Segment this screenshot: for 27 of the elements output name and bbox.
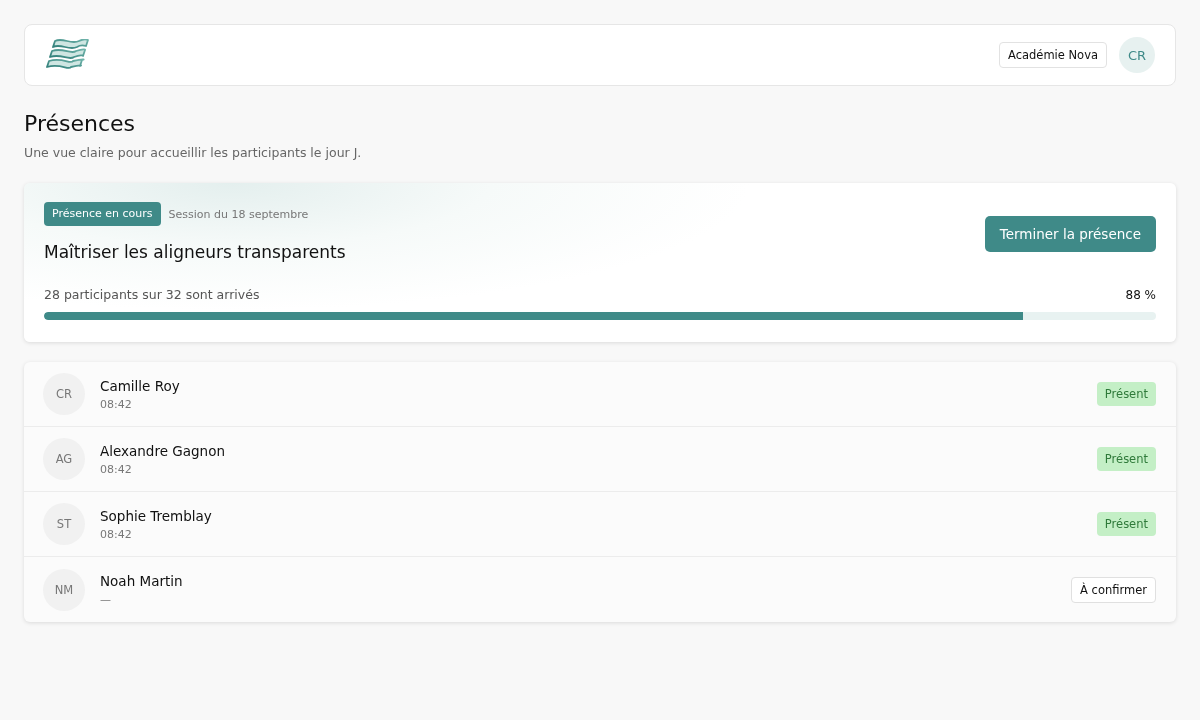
waves-logo-icon [45, 39, 89, 71]
status-badge: Présent [1096, 512, 1156, 536]
participant-avatar: CR [43, 373, 85, 415]
participant-name: Sophie Tremblay [100, 507, 212, 524]
progress-percent: 88 % [1125, 287, 1156, 302]
progress-label: 28 participants sur 32 sont arrivés [44, 287, 260, 302]
page-subtitle: Une vue claire pour accueillir les participants le jour J. [24, 145, 362, 161]
participant-avatar: NM [43, 568, 85, 611]
confirm-button[interactable]: À confirmer [1071, 576, 1156, 603]
arrival-time: 08:42 [100, 462, 132, 476]
user-avatar[interactable]: CR [1119, 37, 1155, 73]
page-title: Présences [24, 110, 135, 138]
participant-name: Alexandre Gagnon [100, 442, 225, 459]
participant-avatar: ST [43, 503, 85, 545]
end-attendance-button[interactable]: Terminer la présence [984, 216, 1156, 252]
organization-tag: Académie Nova [998, 42, 1107, 68]
session-title: Maîtriser les aligneurs transparents [44, 241, 346, 263]
participant-avatar: AG [43, 438, 85, 480]
session-date: Session du 18 septembre [168, 207, 309, 221]
status-badge: Présent [1096, 447, 1156, 471]
status-badge: Présence en cours [44, 202, 161, 226]
arrival-time: 08:42 [100, 527, 132, 541]
participant-name: Noah Martin [100, 573, 183, 589]
arrival-time: 08:42 [100, 397, 132, 411]
status-badge: Présent [1096, 382, 1156, 406]
arrival-time: — [100, 593, 111, 606]
participant-name: Camille Roy [100, 377, 180, 394]
